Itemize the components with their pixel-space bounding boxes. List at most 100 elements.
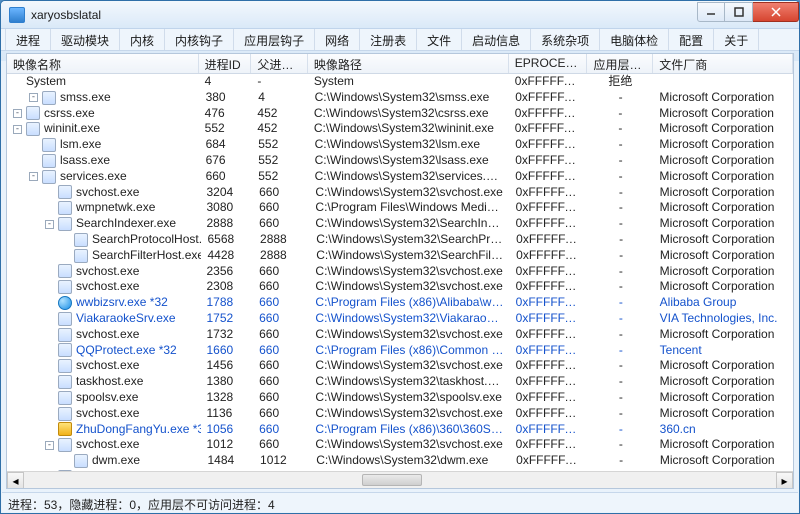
cell-path: C:\Program Files\Windows Media Player\wm…	[309, 200, 509, 216]
collapse-icon[interactable]: -	[45, 220, 54, 229]
col-eprocess[interactable]: EPROCESS	[509, 54, 588, 73]
table-row[interactable]: -ViakaraokeSrv.exe1752660C:\Windows\Syst…	[7, 311, 793, 327]
minimize-button[interactable]	[697, 2, 725, 22]
cell-ppid: 660	[253, 374, 309, 390]
cell-vendor: Microsoft Corporation	[654, 264, 793, 280]
table-row[interactable]: -svchost.exe1732660C:\Windows\System32\s…	[7, 327, 793, 343]
table-row[interactable]: -wininit.exe552452C:\Windows\System32\wi…	[7, 121, 793, 137]
process-name: svchost.exe	[76, 185, 139, 201]
h-scrollbar[interactable]: ◂ ▸	[7, 471, 793, 488]
table-row[interactable]: -SearchIndexer.exe2888660C:\Windows\Syst…	[7, 216, 793, 232]
table-row[interactable]: -svchost.exe1012660C:\Windows\System32\s…	[7, 437, 793, 453]
menu-item[interactable]: 驱动模块	[51, 29, 120, 50]
menu-item[interactable]: 网络	[315, 29, 360, 50]
menu-item[interactable]: 应用层钩子	[234, 29, 315, 50]
cell-pid: 476	[199, 106, 252, 122]
table-row[interactable]: -QQProtect.exe *321660660C:\Program File…	[7, 343, 793, 359]
cell-app-access: -	[588, 422, 654, 438]
col-ppid[interactable]: 父进程ID	[251, 54, 308, 73]
table-row[interactable]: -wwbizsrv.exe *321788660C:\Program Files…	[7, 295, 793, 311]
table-row[interactable]: -csrss.exe476452C:\Windows\System32\csrs…	[7, 106, 793, 122]
collapse-icon[interactable]: -	[13, 125, 22, 134]
table-row[interactable]: -svchost.exe2356660C:\Windows\System32\s…	[7, 264, 793, 280]
process-name: svchost.exe	[76, 279, 139, 295]
col-pid[interactable]: 进程ID	[199, 54, 252, 73]
app-window: xaryosbslatal 进程驱动模块内核内核钩子应用层钩子网络注册表文件启动…	[0, 0, 800, 514]
cell-vendor: Microsoft Corporation	[654, 279, 793, 295]
col-app[interactable]: 应用层访问...	[587, 54, 653, 73]
cell-pid: 1456	[201, 358, 254, 374]
table-row[interactable]: -ZhuDongFangYu.exe *321056660C:\Program …	[7, 422, 793, 438]
table-row[interactable]: -smss.exe3804C:\Windows\System32\smss.ex…	[7, 90, 793, 106]
table-row[interactable]: -wmpnetwk.exe3080660C:\Program Files\Win…	[7, 200, 793, 216]
cell-app-access: -	[587, 121, 653, 137]
process-name: svchost.exe	[76, 264, 139, 280]
table-row[interactable]: -spoolsv.exe1328660C:\Windows\System32\s…	[7, 390, 793, 406]
col-vendor[interactable]: 文件厂商	[653, 54, 793, 73]
scroll-thumb[interactable]	[362, 474, 422, 486]
cell-ppid: 660	[253, 200, 309, 216]
cell-path: C:\Windows\System32\svchost.exe	[309, 327, 509, 343]
scroll-left-icon[interactable]: ◂	[7, 472, 24, 489]
collapse-icon[interactable]: -	[13, 109, 22, 118]
cell-eprocess: 0xFFFFFA8...	[510, 279, 588, 295]
cell-path: C:\Windows\System32\svchost.exe	[309, 279, 509, 295]
cell-path: C:\Windows\System32\svchost.exe	[309, 406, 509, 422]
cell-ppid: 660	[253, 216, 309, 232]
table-row[interactable]: -svchost.exe1456660C:\Windows\System32\s…	[7, 358, 793, 374]
cell-vendor: Microsoft Corporation	[654, 185, 793, 201]
cell-vendor: Microsoft Corporation	[654, 406, 793, 422]
process-icon	[58, 328, 72, 342]
process-icon	[58, 359, 72, 373]
cell-eprocess: 0xFFFFFA8...	[510, 200, 588, 216]
table-row[interactable]: -taskhost.exe1380660C:\Windows\System32\…	[7, 374, 793, 390]
cell-eprocess: 0xFFFFFA8...	[510, 406, 588, 422]
cell-vendor: 360.cn	[654, 422, 793, 438]
titlebar[interactable]: xaryosbslatal	[1, 1, 799, 29]
scroll-track[interactable]	[24, 472, 776, 488]
table-row[interactable]: -svchost.exe2308660C:\Windows\System32\s…	[7, 279, 793, 295]
cell-app-access: -	[588, 137, 654, 153]
table-row[interactable]: -svchost.exe1136660C:\Windows\System32\s…	[7, 406, 793, 422]
cell-app-access: -	[588, 327, 654, 343]
cell-path: C:\Windows\System32\svchost.exe	[309, 185, 509, 201]
process-icon	[58, 185, 72, 199]
table-row[interactable]: -services.exe660552C:\Windows\System32\s…	[7, 169, 793, 185]
menu-item[interactable]: 关于	[714, 29, 759, 50]
menu-item[interactable]: 文件	[417, 29, 462, 50]
cell-ppid: 2888	[254, 232, 310, 248]
cell-ppid: 660	[253, 358, 309, 374]
menu-item[interactable]: 进程	[5, 29, 51, 50]
col-name[interactable]: 映像名称	[7, 54, 199, 73]
collapse-icon[interactable]: -	[29, 93, 38, 102]
cell-eprocess: 0xFFFFFA8...	[509, 153, 588, 169]
table-row[interactable]: -svchost.exe3204660C:\Windows\System32\s…	[7, 185, 793, 201]
process-icon	[74, 233, 88, 247]
cell-vendor: Microsoft Corporation	[654, 390, 793, 406]
menu-item[interactable]: 配置	[669, 29, 714, 50]
table-row[interactable]: -lsass.exe676552C:\Windows\System32\lsas…	[7, 153, 793, 169]
table-row[interactable]: -lsm.exe684552C:\Windows\System32\lsm.ex…	[7, 137, 793, 153]
maximize-button[interactable]	[725, 2, 753, 22]
collapse-icon[interactable]: -	[45, 441, 54, 450]
menu-item[interactable]: 系统杂项	[531, 29, 600, 50]
process-name: wwbizsrv.exe *32	[76, 295, 168, 311]
table-row[interactable]: -SearchFilterHost.exe44282888C:\Windows\…	[7, 248, 793, 264]
scroll-right-icon[interactable]: ▸	[776, 472, 793, 489]
menu-item[interactable]: 电脑体检	[600, 29, 669, 50]
cell-eprocess: 0xFFFFFA8...	[510, 232, 588, 248]
close-button[interactable]	[753, 2, 799, 22]
col-path[interactable]: 映像路径	[308, 54, 509, 73]
menu-item[interactable]: 内核	[120, 29, 165, 50]
table-row[interactable]: -System4-System0xFFFFFA8...拒绝	[7, 74, 793, 90]
cell-app-access: -	[588, 406, 654, 422]
table-body[interactable]: -System4-System0xFFFFFA8...拒绝-smss.exe38…	[7, 74, 793, 471]
menu-item[interactable]: 注册表	[360, 29, 417, 50]
cell-pid: 1380	[201, 374, 254, 390]
collapse-icon[interactable]: -	[29, 172, 38, 181]
table-row[interactable]: -dwm.exe14841012C:\Windows\System32\dwm.…	[7, 453, 793, 469]
menu-item[interactable]: 启动信息	[462, 29, 531, 50]
table-row[interactable]: -SearchProtocolHost.exe65682888C:\Window…	[7, 232, 793, 248]
cell-eprocess: 0xFFFFFA8...	[509, 137, 588, 153]
menu-item[interactable]: 内核钩子	[165, 29, 234, 50]
